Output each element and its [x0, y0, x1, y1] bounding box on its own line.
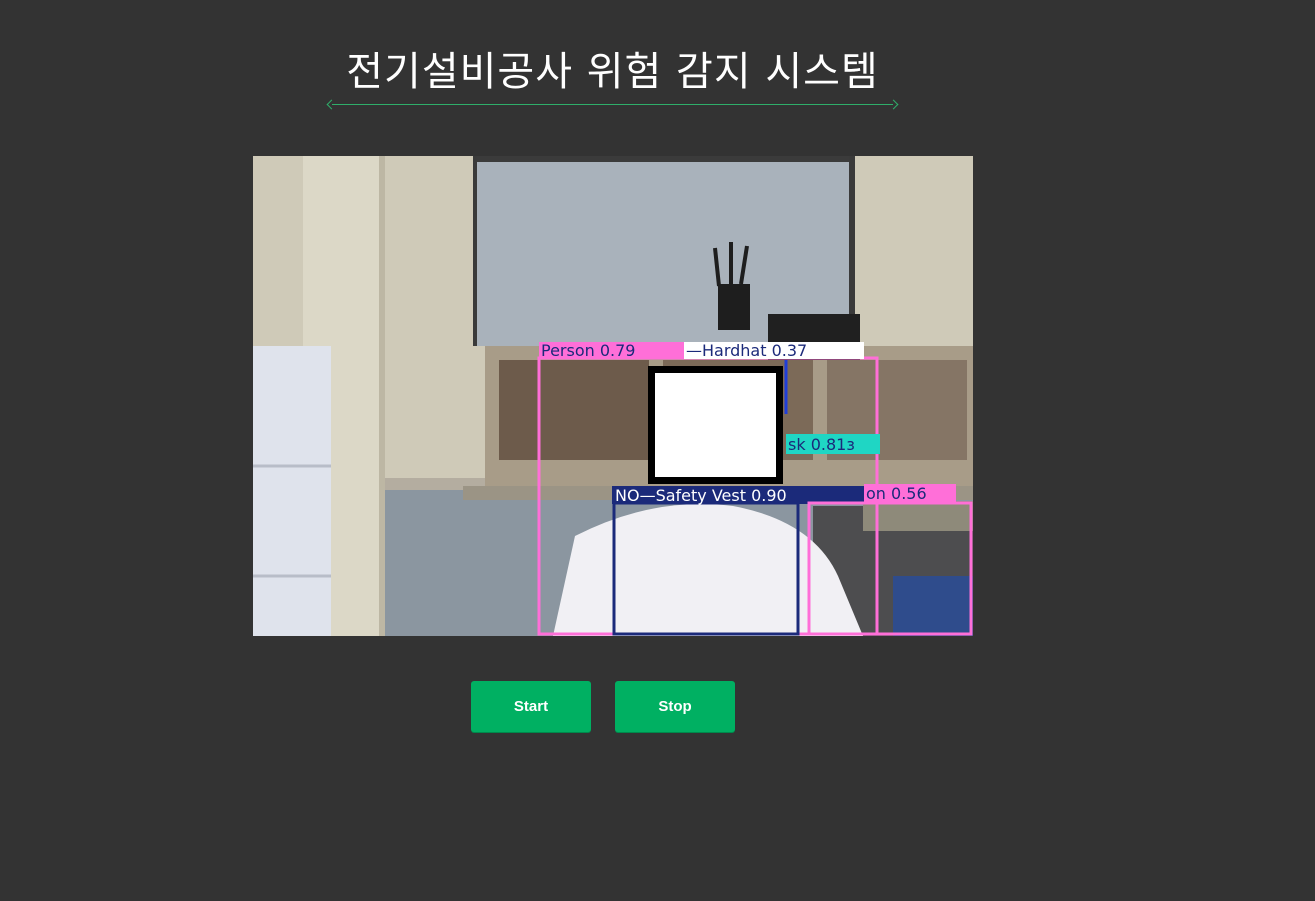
- app-page: 전기설비공사 위험 감지 시스템 Person 0.79 —Hardhat 0.…: [0, 0, 1315, 901]
- header: 전기설비공사 위험 감지 시스템: [330, 44, 895, 110]
- detection-label-no-safety-vest: NO—Safety Vest 0.90: [615, 486, 787, 505]
- start-button[interactable]: Start: [471, 681, 591, 732]
- detection-label-hardhat: —Hardhat 0.37: [686, 341, 807, 360]
- title-underline: [332, 104, 893, 105]
- detection-label-mask: sk 0.81з: [788, 435, 855, 454]
- video-feed: Person 0.79 —Hardhat 0.37 sk 0.81з NO—Sa…: [253, 156, 973, 636]
- detection-label-person-2: on 0.56: [866, 484, 927, 503]
- detection-label-person: Person 0.79: [541, 341, 635, 360]
- video-frame-image: Person 0.79 —Hardhat 0.37 sk 0.81з NO—Sa…: [253, 156, 973, 636]
- stop-button[interactable]: Stop: [615, 681, 735, 732]
- page-title: 전기설비공사 위험 감지 시스템: [346, 49, 879, 95]
